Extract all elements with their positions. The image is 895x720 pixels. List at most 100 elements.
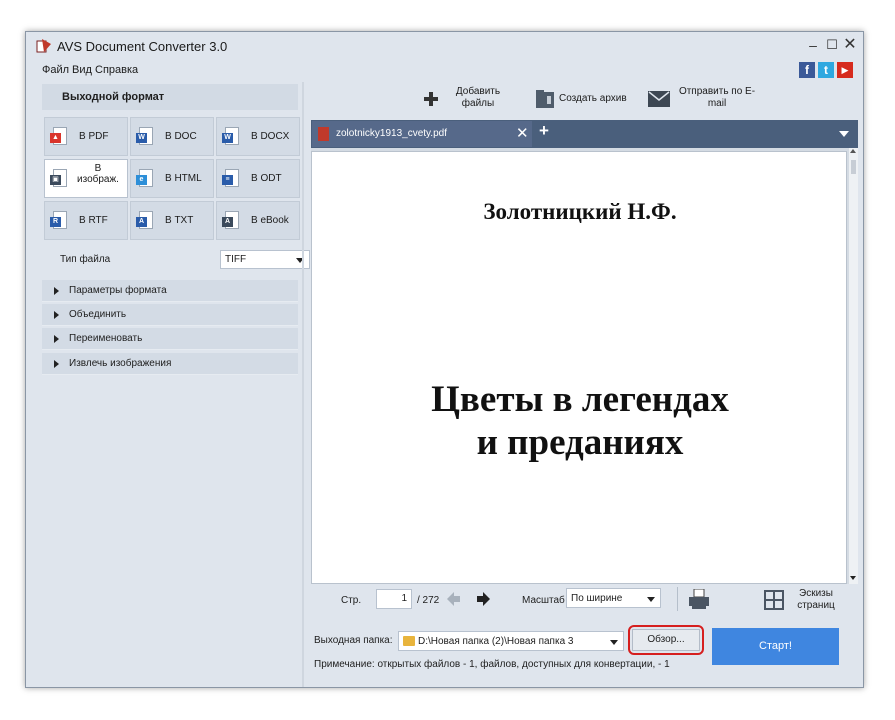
file-type-value: TIFF	[225, 254, 247, 265]
start-button[interactable]: Старт!	[712, 628, 839, 665]
output-folder-select[interactable]: D:\Новая папка (2)\Новая папка 3	[398, 631, 624, 651]
document-preview: Золотницкий Н.Ф. Цветы в легендах и пред…	[311, 148, 858, 584]
file-type-select[interactable]: TIFF	[220, 250, 310, 269]
page-label: Стр.	[341, 595, 362, 606]
pdf-file-icon	[318, 127, 329, 141]
zoom-label: Масштаб	[522, 595, 565, 606]
format-doc-button[interactable]: W В DOC	[130, 117, 214, 156]
previous-page-icon[interactable]	[447, 592, 454, 606]
toolbar: Добавить файлы Создать архив Отправить п…	[304, 82, 863, 118]
app-window: AVS Document Converter 3.0 – ☐ ✕ Файл Ви…	[25, 31, 864, 688]
send-email-button[interactable]: Отправить по E-mail	[644, 82, 762, 118]
format-label: В ODT	[251, 173, 282, 184]
expand-arrow-icon	[54, 335, 59, 343]
output-folder-label: Выходная папка:	[314, 635, 393, 646]
format-label: В HTML	[165, 173, 202, 184]
format-image-button[interactable]: ▣ В изображ.	[44, 159, 128, 198]
zoom-select[interactable]: По ширине	[566, 588, 661, 608]
title-bar: AVS Document Converter 3.0 – ☐ ✕	[26, 32, 863, 60]
create-archive-button[interactable]: Создать архив	[532, 82, 640, 118]
mail-icon	[648, 91, 670, 107]
file-type-label: Тип файла	[60, 254, 111, 265]
rtf-icon: R	[50, 211, 67, 229]
section-format-params[interactable]: Параметры формата	[42, 280, 298, 302]
section-extract-images[interactable]: Извлечь изображения	[42, 353, 298, 375]
output-format-title: Выходной формат	[62, 91, 165, 103]
scrollbar-thumb[interactable]	[851, 160, 856, 174]
format-pdf-button[interactable]: ▲ В PDF	[44, 117, 128, 156]
youtube-icon[interactable]: ▶	[837, 62, 853, 78]
odt-icon: ≡	[222, 169, 239, 187]
total-pages: / 272	[417, 595, 440, 606]
format-docx-button[interactable]: W В DOCX	[216, 117, 300, 156]
page-number-input[interactable]: 1	[376, 589, 412, 609]
add-files-label: Добавить файлы	[455, 86, 501, 109]
chevron-down-icon	[647, 597, 655, 602]
document-title-line: Цветы в легендах	[431, 379, 729, 420]
docx-icon: W	[222, 127, 239, 145]
close-tab-icon[interactable]: ✕	[516, 124, 529, 142]
twitter-icon[interactable]: t	[818, 62, 834, 78]
expand-arrow-icon	[54, 360, 59, 368]
printer-icon[interactable]	[689, 589, 709, 609]
minimize-button[interactable]: –	[805, 37, 821, 53]
output-folder-path: D:\Новая папка (2)\Новая папка 3	[418, 636, 574, 647]
close-window-button[interactable]: ✕	[842, 37, 858, 53]
output-bar: Выходная папка: D:\Новая папка (2)\Новая…	[304, 621, 863, 687]
thumbnails-grid-icon	[764, 590, 784, 610]
document-title: Цветы в легендах и преданиях	[312, 378, 848, 464]
page-navigation-bar: Стр. 1 / 272 Масштаб По ширине Эскизы ст…	[304, 585, 863, 620]
section-label: Переименовать	[69, 333, 143, 344]
format-html-button[interactable]: e В HTML	[130, 159, 214, 198]
send-email-label: Отправить по E-mail	[678, 86, 756, 109]
format-txt-button[interactable]: A В TXT	[130, 201, 214, 240]
format-label: В DOCX	[251, 131, 290, 142]
format-rtf-button[interactable]: R В RTF	[44, 201, 128, 240]
format-odt-button[interactable]: ≡ В ODT	[216, 159, 300, 198]
format-label: В RTF	[79, 215, 108, 226]
menu-view[interactable]: Вид	[72, 64, 92, 76]
chevron-down-icon	[610, 640, 618, 645]
browse-button[interactable]: Обзор...	[632, 629, 700, 651]
plus-icon	[424, 92, 438, 106]
format-label: В изображ.	[77, 163, 119, 185]
thumbnails-label: Эскизы страниц	[797, 588, 835, 611]
section-label: Извлечь изображения	[69, 358, 172, 369]
expand-arrow-icon	[54, 287, 59, 295]
section-rename[interactable]: Переименовать	[42, 328, 298, 350]
document-author: Золотницкий Н.Ф.	[483, 199, 677, 224]
maximize-button[interactable]: ☐	[824, 37, 840, 53]
document-tab[interactable]: zolotnicky1913_cvety.pdf ✕	[312, 121, 532, 147]
menu-help[interactable]: Справка	[95, 64, 138, 76]
add-files-button[interactable]: Добавить файлы	[420, 82, 530, 118]
status-note: Примечание: открытых файлов - 1, файлов,…	[314, 659, 670, 670]
zoom-value: По ширине	[571, 593, 623, 604]
divider	[677, 587, 678, 611]
doc-icon: W	[136, 127, 153, 145]
expand-arrow-icon	[54, 311, 59, 319]
facebook-icon[interactable]: f	[799, 62, 815, 78]
page-thumbnails-button[interactable]: Эскизы страниц	[724, 585, 844, 617]
window-title: AVS Document Converter 3.0	[57, 39, 228, 54]
section-label: Объединить	[69, 309, 127, 320]
format-label: В TXT	[165, 215, 194, 226]
scroll-up-icon[interactable]	[850, 149, 856, 153]
vertical-scrollbar[interactable]	[849, 148, 858, 584]
section-merge[interactable]: Объединить	[42, 304, 298, 326]
section-label: Параметры формата	[69, 285, 167, 296]
txt-icon: A	[136, 211, 153, 229]
document-tab-bar: zolotnicky1913_cvety.pdf ✕ +	[311, 120, 858, 148]
image-icon: ▣	[50, 169, 67, 187]
next-page-icon[interactable]	[483, 592, 490, 606]
ebook-icon: A	[222, 211, 239, 229]
format-label: В PDF	[79, 131, 109, 142]
add-tab-icon[interactable]: +	[539, 121, 549, 141]
app-logo-icon	[36, 39, 51, 53]
create-archive-label: Создать архив	[559, 93, 627, 104]
format-ebook-button[interactable]: A В eBook	[216, 201, 300, 240]
output-format-panel: Выходной формат ▲ В PDF W В DOC W В DOCX…	[26, 82, 310, 687]
menu-file[interactable]: Файл	[42, 64, 69, 76]
html-icon: e	[136, 169, 153, 187]
tab-menu-chevron-icon[interactable]	[839, 131, 849, 137]
scroll-down-icon[interactable]	[850, 576, 856, 580]
